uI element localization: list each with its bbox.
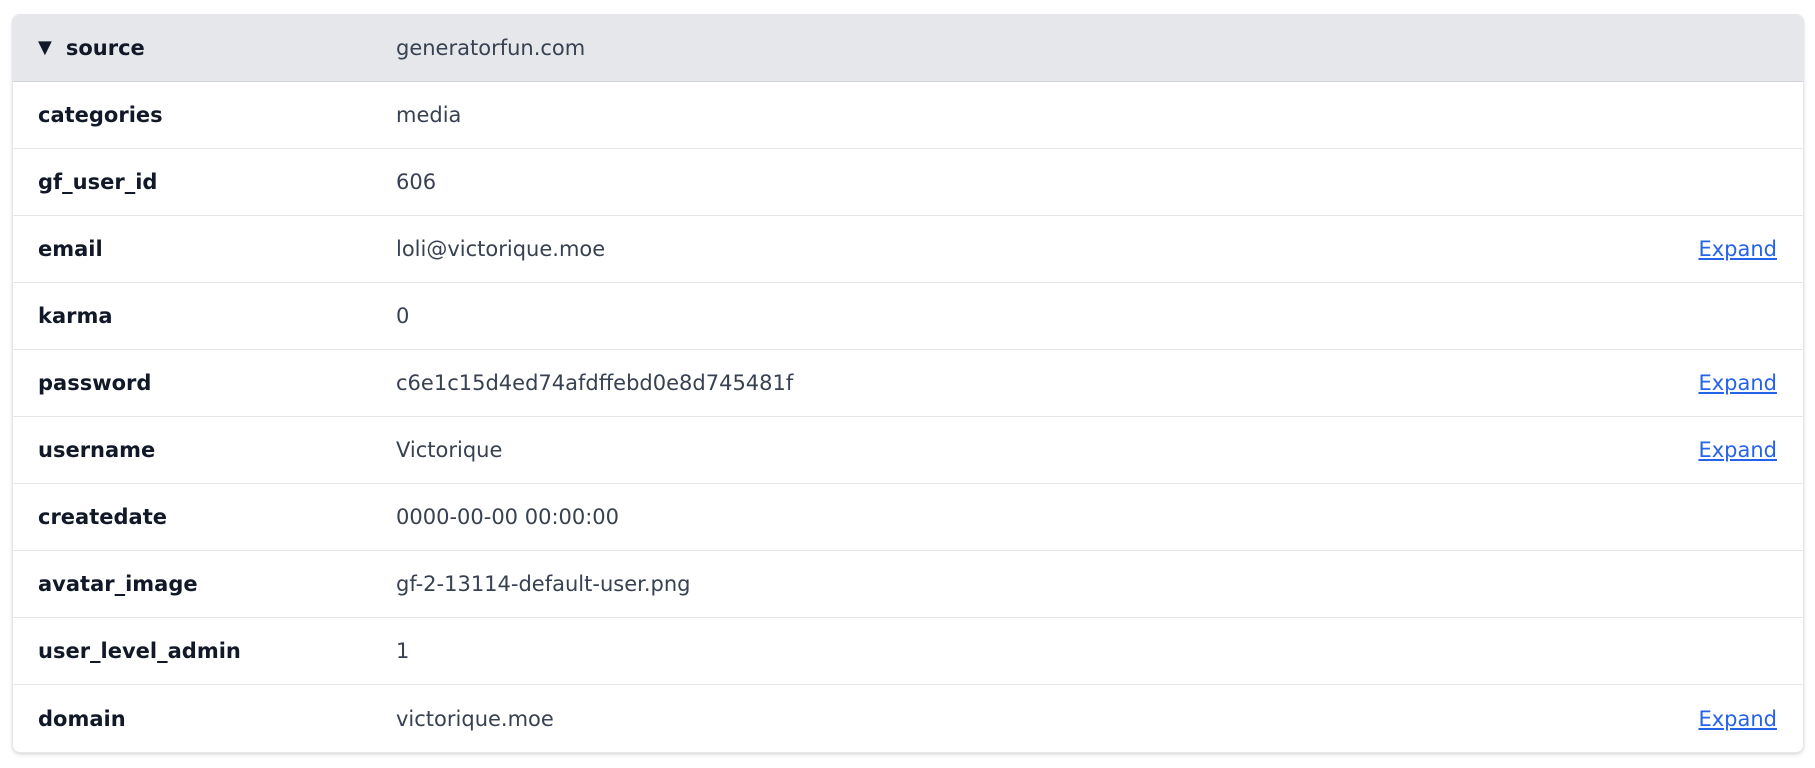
field-key: password (38, 371, 152, 395)
expand-domain-link[interactable]: Expand (1698, 707, 1777, 731)
collapse-caret-icon[interactable]: ▼ (38, 37, 52, 58)
expand-email-link[interactable]: Expand (1698, 237, 1777, 261)
field-value: 1 (396, 639, 410, 663)
field-value: gf-2-13114-default-user.png (396, 572, 691, 596)
field-value: 0000-00-00 00:00:00 (396, 505, 620, 529)
expand-password-link[interactable]: Expand (1698, 371, 1777, 395)
field-value: Victorique (396, 438, 503, 462)
field-row-categories: categories media (13, 82, 1803, 149)
field-value: media (396, 103, 462, 127)
field-row-email: email loli@victorique.moe Expand (13, 216, 1803, 283)
field-key: user_level_admin (38, 639, 241, 663)
field-key: categories (38, 103, 163, 127)
field-value: loli@victorique.moe (396, 237, 606, 261)
field-row-avatar-image: avatar_image gf-2-13114-default-user.png (13, 551, 1803, 618)
field-value: c6e1c15d4ed74afdffebd0e8d745481f (396, 371, 794, 395)
field-row-gf-user-id: gf_user_id 606 (13, 149, 1803, 216)
field-key: username (38, 438, 156, 462)
field-value: 606 (396, 170, 437, 194)
field-key: avatar_image (38, 572, 198, 596)
source-key: ▼ source (38, 36, 145, 60)
field-row-createdate: createdate 0000-00-00 00:00:00 (13, 484, 1803, 551)
field-key: createdate (38, 505, 167, 529)
field-value: 0 (396, 304, 410, 328)
field-key: karma (38, 304, 113, 328)
field-row-user-level-admin: user_level_admin 1 (13, 618, 1803, 685)
record-card: ▼ source generatorfun.com categories medi… (12, 14, 1804, 753)
source-section-header[interactable]: ▼ source generatorfun.com (13, 15, 1803, 82)
field-value: victorique.moe (396, 706, 554, 731)
source-key-label: source (65, 36, 145, 60)
field-row-karma: karma 0 (13, 283, 1803, 350)
expand-username-link[interactable]: Expand (1698, 438, 1777, 462)
field-key: email (38, 237, 103, 261)
field-row-domain: domain victorique.moe Expand (13, 685, 1803, 752)
source-value: generatorfun.com (396, 36, 586, 60)
field-key: gf_user_id (38, 170, 158, 194)
field-key: domain (38, 706, 126, 731)
field-row-password: password c6e1c15d4ed74afdffebd0e8d745481… (13, 350, 1803, 417)
field-row-username: username Victorique Expand (13, 417, 1803, 484)
